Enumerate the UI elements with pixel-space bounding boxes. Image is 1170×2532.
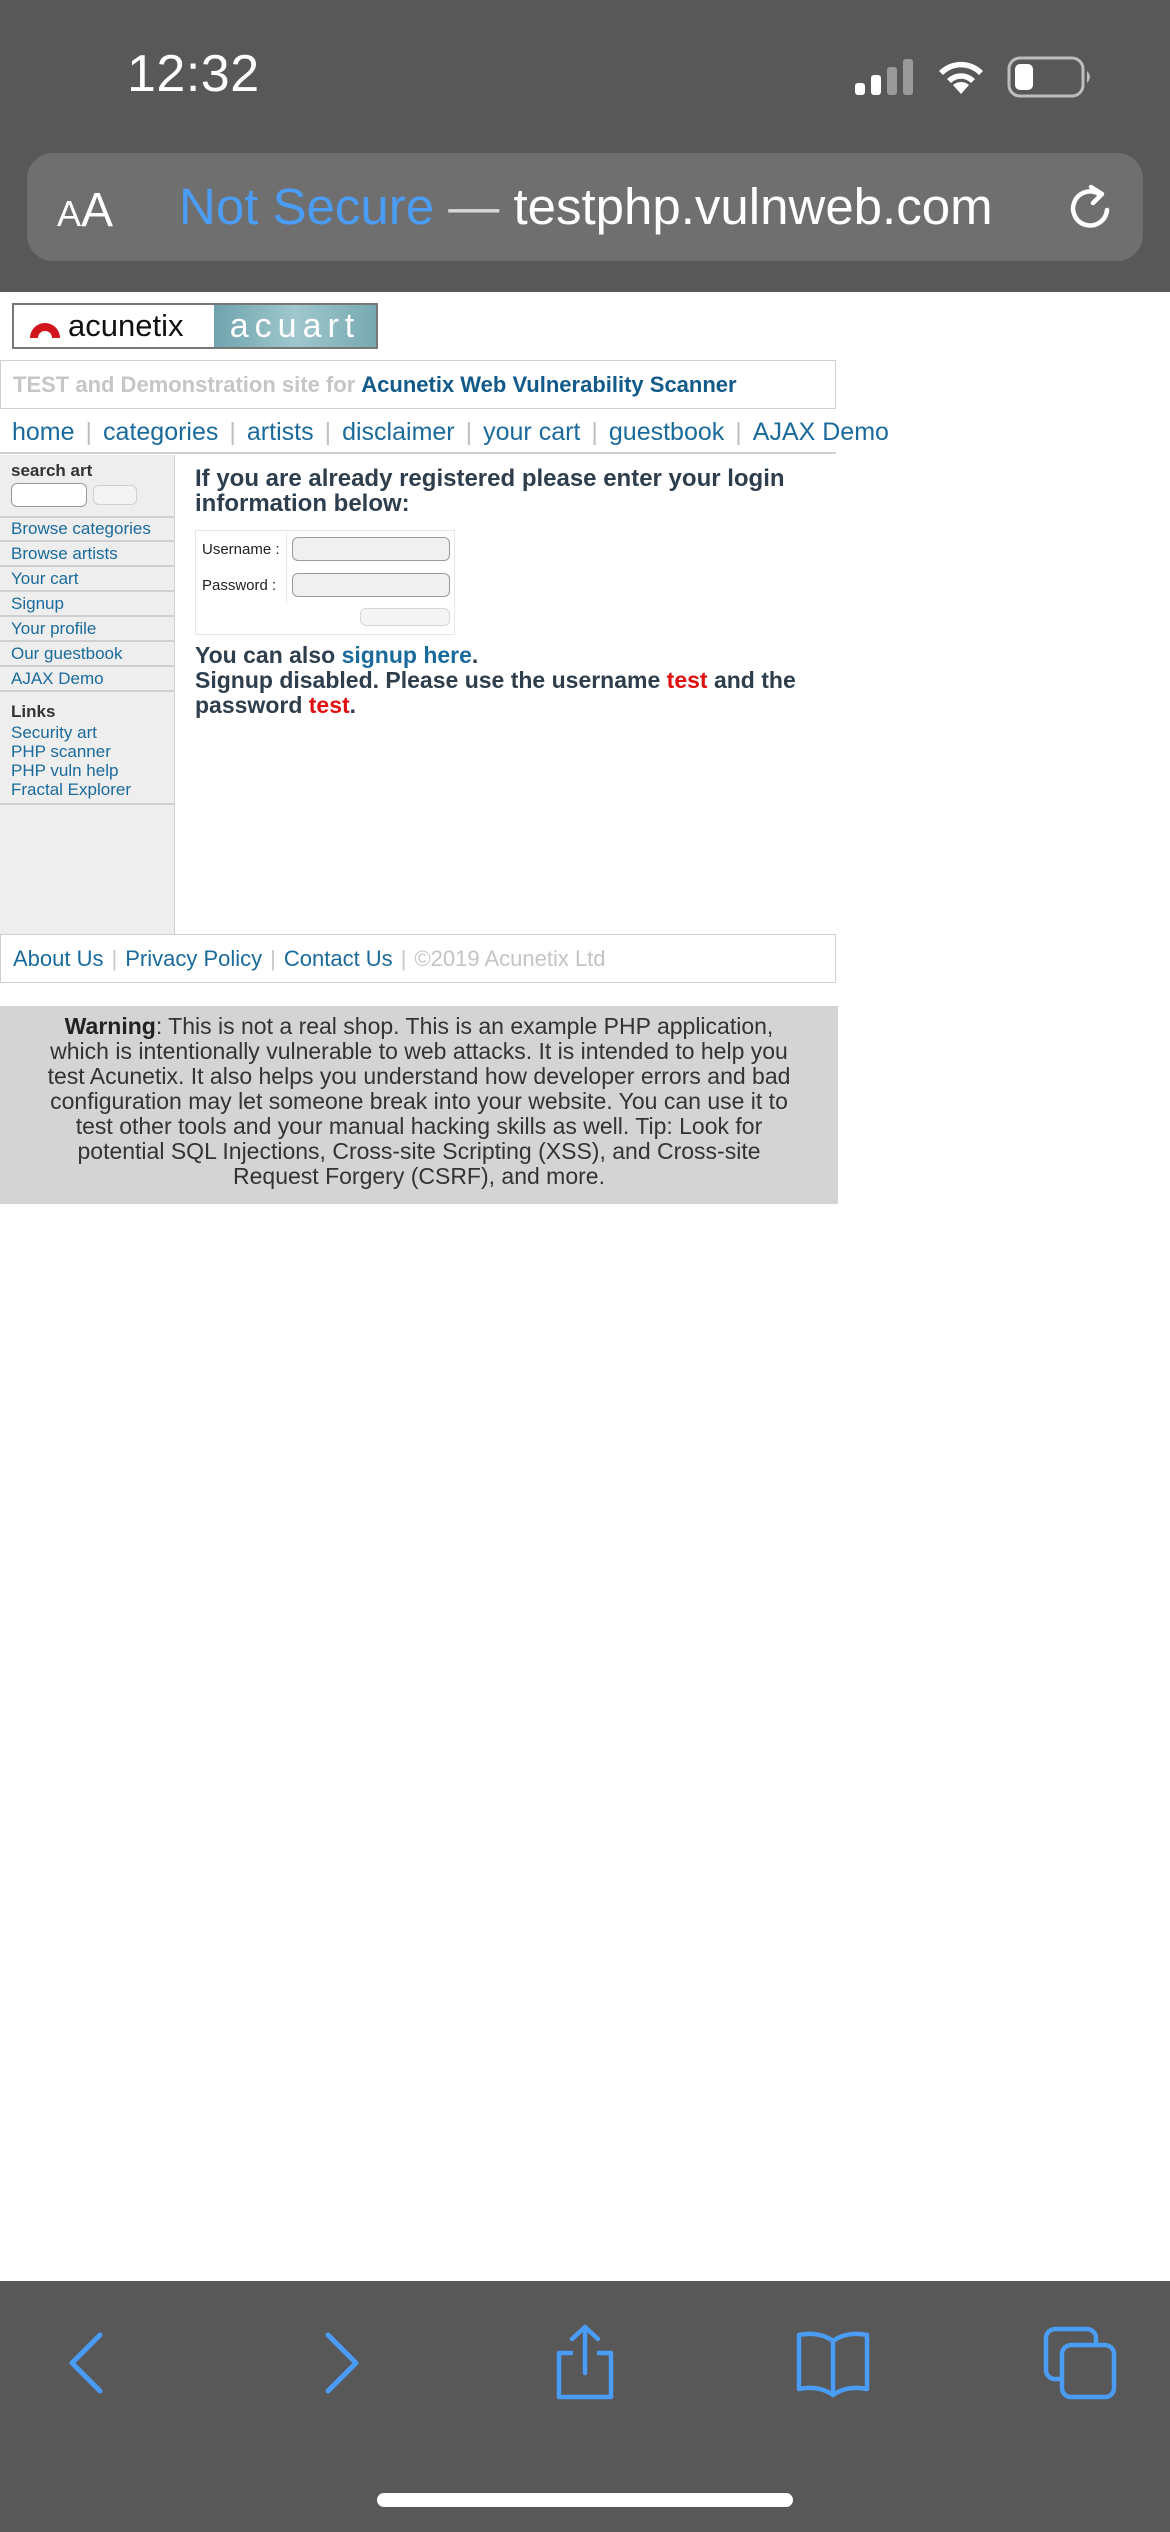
warning-text: : This is not a real shop. This is an ex… [47,1013,791,1189]
links-heading: Links [11,702,56,721]
text-size-button[interactable]: AA [57,183,113,237]
nav-separator: | [229,417,236,446]
username-field[interactable] [292,537,450,561]
footer-separator: | [400,945,407,971]
nav-categories[interactable]: categories [103,418,218,447]
sidebar-divider [0,540,175,542]
cellular-signal-icon [855,59,913,95]
nav-separator: | [591,417,598,446]
sidebar: search art Browse categories Browse arti… [0,455,175,935]
logo-acunetix-text: acunetix [68,308,184,343]
sidebar-link-fractal-explorer[interactable]: Fractal Explorer [11,780,131,800]
forward-icon[interactable] [300,2323,380,2403]
battery-icon [1007,56,1090,98]
warning-notice: Warning: This is not a real shop. This i… [0,1006,838,1204]
wifi-icon [939,61,983,94]
url-display[interactable]: Not Secure — testphp.vulnweb.com [179,177,993,236]
nav-ajax-demo[interactable]: AJAX Demo [753,418,889,447]
nav-separator: | [465,417,473,446]
nav-guestbook[interactable]: guestbook [609,418,724,447]
reload-icon[interactable] [1063,180,1119,236]
demo-username: test [666,667,708,693]
nav-separator: | [324,417,332,446]
sidebar-item-our-guestbook[interactable]: Our guestbook [11,644,123,664]
login-instructions: If you are already registered please ent… [195,465,785,517]
text-size-big-label: A [81,184,114,237]
text-size-small-label: A [57,193,82,234]
sidebar-item-ajax-demo[interactable]: AJAX Demo [11,669,104,689]
sidebar-divider [0,665,175,667]
sidebar-item-signup[interactable]: Signup [11,594,64,614]
sidebar-divider [0,640,175,642]
acunetix-logo-icon [30,323,60,338]
sidebar-divider [0,565,175,567]
nav-home[interactable]: home [12,418,75,447]
warning-label: Warning [64,1013,156,1039]
username-label: Username : [202,541,280,558]
signup-period: . [471,642,479,668]
sidebar-item-your-profile[interactable]: Your profile [11,619,96,639]
browser-bottom-toolbar [0,2281,1170,2532]
search-input[interactable] [11,483,87,507]
footer-about-us[interactable]: About Us [13,946,104,972]
sidebar-divider [0,615,175,617]
tagline-prefix: TEST and Demonstration site for [13,371,356,397]
sidebar-link-php-vuln-help[interactable]: PHP vuln help [11,761,118,781]
signup-end-period: . [349,692,357,718]
address-bar[interactable]: AA Not Secure — testphp.vulnweb.com [27,153,1143,261]
site-tagline: TEST and Demonstration site for Acunetix… [0,360,836,409]
sidebar-divider [0,590,175,592]
nav-separator: | [85,417,93,446]
share-icon[interactable] [545,2323,625,2403]
site-footer: About Us | Privacy Policy | Contact Us | ©2… [0,934,836,983]
signup-disabled-text: Signup disabled. Please use the username [195,667,661,693]
nav-artists[interactable]: artists [247,418,314,447]
tabs-icon[interactable] [1040,2323,1120,2403]
sidebar-link-security-art[interactable]: Security art [11,723,97,743]
nav-separator: | [735,417,742,446]
signup-message: You can also signup here. Signup disable… [195,643,835,718]
site-logo[interactable]: acunetix acuart [12,303,378,349]
login-divider [286,533,287,603]
login-button[interactable] [360,608,450,626]
sidebar-link-php-scanner[interactable]: PHP scanner [11,742,111,762]
home-indicator[interactable] [377,2493,793,2507]
sidebar-item-your-cart[interactable]: Your cart [11,569,78,589]
not-secure-label: Not Secure [179,178,435,235]
sidebar-divider [0,516,175,518]
footer-copyright: ©2019 Acunetix Ltd [414,945,606,971]
login-form: Username : Password : [195,530,455,635]
browser-top-chrome: 12:32 AA Not Secure — testphp.vulnweb.co… [0,0,1170,292]
sidebar-item-browse-categories[interactable]: Browse categories [11,519,151,539]
nav-disclaimer[interactable]: disclaimer [342,418,455,447]
signup-link[interactable]: signup here [342,642,472,668]
search-label: search art [11,461,93,480]
footer-contact-us[interactable]: Contact Us [284,946,393,972]
sidebar-item-browse-artists[interactable]: Browse artists [11,544,118,564]
password-field[interactable] [292,573,450,597]
bookmarks-icon[interactable] [793,2323,873,2403]
sidebar-divider [0,803,175,805]
footer-separator: | [270,945,276,971]
logo-acuart-text: acuart [229,306,361,345]
nav-your-cart[interactable]: your cart [483,418,580,447]
sidebar-divider [0,690,175,692]
status-time: 12:32 [127,45,260,103]
top-navigation: home | categories | artists | disclaimer | y… [12,412,889,452]
search-go-button[interactable] [93,485,137,505]
nav-divider [0,452,836,454]
footer-privacy-policy[interactable]: Privacy Policy [125,946,262,972]
back-icon[interactable] [48,2323,128,2403]
logo-acunetix-panel: acunetix [14,305,214,347]
url-separator: — [434,178,514,235]
demo-password: test [308,692,350,718]
password-label: Password : [202,577,277,594]
url-host: testphp.vulnweb.com [513,178,993,235]
footer-separator: | [111,945,118,971]
signup-also-text: You can also [195,642,336,668]
tagline-product-link[interactable]: Acunetix Web Vulnerability Scanner [361,372,736,398]
logo-acuart-panel: acuart [214,305,376,347]
